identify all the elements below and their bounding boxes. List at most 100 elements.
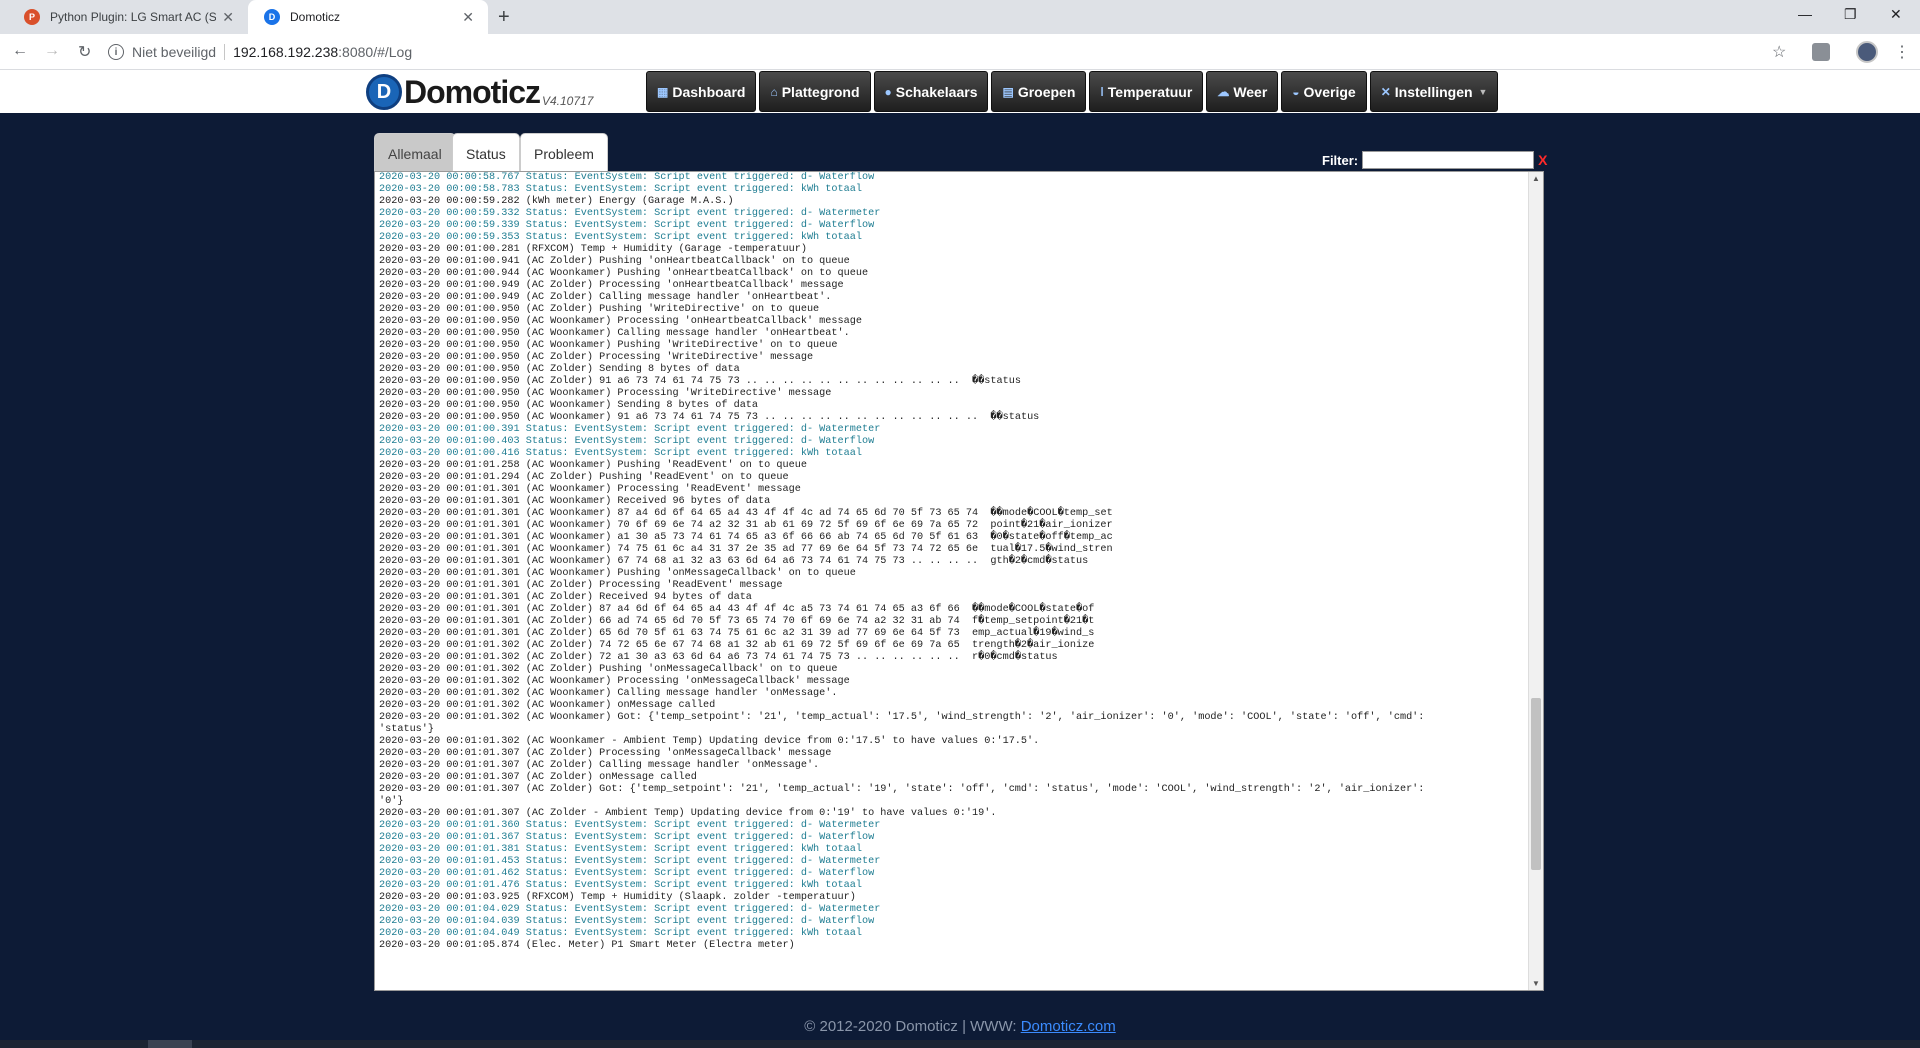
- taskbar-strip: [0, 1040, 1920, 1048]
- log-line: 2020-03-20 00:01:00.950 (AC Woonkamer) 9…: [379, 412, 1040, 423]
- log-line: 2020-03-20 00:01:01.301 (AC Zolder) 66 a…: [379, 616, 1095, 627]
- log-line: 2020-03-20 00:01:00.944 (AC Woonkamer) P…: [379, 268, 869, 279]
- log-line: 2020-03-20 00:01:04.029 Status: EventSys…: [379, 904, 881, 915]
- log-line: 2020-03-20 00:01:00.950 (AC Zolder) 91 a…: [379, 376, 1021, 387]
- log-line: 2020-03-20 00:01:01.302 (AC Woonkamer) o…: [379, 700, 716, 711]
- nav-temperatuur-button[interactable]: ǀ Temperatuur: [1089, 71, 1204, 112]
- log-line: 2020-03-20 00:01:00.950 (AC Woonkamer) P…: [379, 316, 862, 327]
- log-line: 2020-03-20 00:00:59.339 Status: EventSys…: [379, 220, 875, 231]
- log-line: 2020-03-20 00:00:59.282 (kWh meter) Ener…: [379, 196, 734, 207]
- profile-avatar[interactable]: [1856, 41, 1878, 63]
- lightbulb-icon: ●: [884, 84, 892, 99]
- new-tab-icon[interactable]: +: [498, 6, 510, 29]
- nav-dashboard-button[interactable]: ▦ Dashboard: [646, 71, 757, 112]
- close-tab-icon[interactable]: ✕: [462, 9, 474, 26]
- scroll-down-icon[interactable]: ▼: [1532, 979, 1540, 988]
- close-window-icon[interactable]: ✕: [1890, 6, 1902, 23]
- log-line: 2020-03-20 00:01:01.453 Status: EventSys…: [379, 856, 881, 867]
- reload-icon[interactable]: ↻: [78, 42, 91, 62]
- log-line: 2020-03-20 00:00:59.332 Status: EventSys…: [379, 208, 881, 219]
- tab-status[interactable]: Status: [452, 133, 520, 173]
- log-line: 2020-03-20 00:01:00.391 Status: EventSys…: [379, 424, 881, 435]
- log-line: 2020-03-20 00:01:01.301 (AC Zolder) Proc…: [379, 580, 783, 591]
- log-line: 2020-03-20 00:01:04.049 Status: EventSys…: [379, 928, 862, 939]
- filter-group: Filter: X: [1322, 151, 1547, 169]
- domoticz-logo-icon: D: [366, 74, 402, 110]
- log-line: 2020-03-20 00:01:01.302 (AC Zolder) 74 7…: [379, 640, 1095, 651]
- log-line: 2020-03-20 00:01:01.301 (AC Woonkamer) 7…: [379, 520, 1113, 531]
- address-bar[interactable]: i Niet beveiligd 192.168.192.238 :8080/#…: [108, 38, 1788, 66]
- url-path: :8080/#/Log: [338, 44, 413, 60]
- log-line: 2020-03-20 00:01:01.381 Status: EventSys…: [379, 844, 862, 855]
- url-host: 192.168.192.238: [233, 44, 339, 60]
- log-line: 2020-03-20 00:01:01.301 (AC Woonkamer) 8…: [379, 508, 1113, 519]
- nav-plattegrond-button[interactable]: ⌂ Plattegrond: [759, 71, 871, 112]
- scrollbar-thumb[interactable]: [1531, 698, 1541, 870]
- nav-groepen-button[interactable]: ▤ Groepen: [991, 71, 1087, 112]
- log-line: 2020-03-20 00:01:01.302 (AC Zolder) Push…: [379, 664, 838, 675]
- nav-label: Instellingen: [1394, 83, 1473, 100]
- browser-menu-icon[interactable]: ⋮: [1894, 42, 1910, 62]
- log-line: 2020-03-20 00:01:01.476 Status: EventSys…: [379, 880, 862, 891]
- log-line: 2020-03-20 00:01:01.301 (AC Woonkamer) a…: [379, 532, 1113, 543]
- clear-filter-button[interactable]: X: [1538, 152, 1547, 168]
- page-footer: © 2012-2020 Domoticz | WWW: Domoticz.com: [0, 1014, 1920, 1040]
- nav-schakelaars-button[interactable]: ● Schakelaars: [873, 71, 989, 112]
- log-line: 2020-03-20 00:01:01.301 (AC Zolder) 87 a…: [379, 604, 1095, 615]
- log-line: 2020-03-20 00:01:00.941 (AC Zolder) Push…: [379, 256, 850, 267]
- nav-label: Overige: [1303, 83, 1356, 100]
- nav-overige-button[interactable]: ◒ Overige: [1281, 71, 1367, 112]
- scroll-up-icon[interactable]: ▲: [1532, 174, 1540, 183]
- close-tab-icon[interactable]: ✕: [222, 9, 234, 26]
- log-line: 2020-03-20 00:01:01.302 (AC Woonkamer) C…: [379, 688, 838, 699]
- forward-icon[interactable]: →: [44, 42, 60, 60]
- log-line: 2020-03-20 00:01:01.307 (AC Zolder) onMe…: [379, 772, 697, 783]
- nav-label: Schakelaars: [895, 83, 978, 100]
- tab-allemaal[interactable]: Allemaal: [374, 133, 456, 173]
- log-line: 2020-03-20 00:01:01.307 (AC Zolder) Proc…: [379, 748, 832, 759]
- restore-icon[interactable]: ❐: [1844, 6, 1857, 23]
- filter-input[interactable]: [1362, 151, 1535, 169]
- back-icon[interactable]: ←: [12, 42, 28, 60]
- dashboard-icon: ▦: [657, 84, 669, 99]
- log-line: 2020-03-20 00:01:00.281 (RFXCOM) Temp + …: [379, 244, 807, 255]
- log-line: 2020-03-20 00:01:01.302 (AC Zolder) 72 a…: [379, 652, 1058, 663]
- domoticz-logo[interactable]: D Domoticz V4.10717: [366, 74, 593, 110]
- log-line: 2020-03-20 00:01:01.301 (AC Zolder) 65 6…: [379, 628, 1095, 639]
- taskbar-segment: [148, 1040, 192, 1048]
- log-scrollbar[interactable]: ▲ ▼: [1528, 172, 1543, 990]
- nav-label: Groepen: [1017, 83, 1076, 100]
- info-icon[interactable]: i: [108, 44, 124, 60]
- extension-icon[interactable]: [1812, 43, 1830, 61]
- log-line: 2020-03-20 00:01:01.301 (AC Zolder) Rece…: [379, 592, 752, 603]
- log-text: 2020-03-20 00:00:58.767 Status: EventSys…: [379, 172, 1527, 990]
- log-line: 2020-03-20 00:01:03.925 (RFXCOM) Temp + …: [379, 892, 856, 903]
- log-line: 2020-03-20 00:01:05.874 (Elec. Meter) P1…: [379, 940, 795, 951]
- bookmark-star-icon[interactable]: ☆: [1772, 42, 1786, 62]
- browser-tab-plugin[interactable]: P Python Plugin: LG Smart AC (Sm ✕: [8, 0, 248, 34]
- domoticz-header: D Domoticz V4.10717 ▦ Dashboard ⌂ Plattegro…: [0, 70, 1920, 113]
- log-line: 2020-03-20 00:01:00.949 (AC Zolder) Call…: [379, 292, 832, 303]
- nav-label: Plattegrond: [781, 83, 860, 100]
- nav-weer-button[interactable]: ☁ Weer: [1206, 71, 1279, 112]
- log-line: '0'}: [379, 796, 404, 807]
- chevron-down-icon: ▼: [1478, 86, 1488, 97]
- nav-label: Weer: [1233, 83, 1268, 100]
- log-line: 2020-03-20 00:01:00.950 (AC Woonkamer) C…: [379, 328, 850, 339]
- log-line: 2020-03-20 00:01:01.301 (AC Woonkamer) P…: [379, 484, 801, 495]
- nav-instellingen-button[interactable]: ✕ Instellingen ▼: [1369, 71, 1499, 112]
- utility-icon: ◒: [1292, 84, 1300, 99]
- floorplan-icon: ⌂: [770, 84, 778, 99]
- log-line: 'status'}: [379, 724, 435, 735]
- browser-toolbar: ← → ↻ i Niet beveiligd 192.168.192.238 :…: [0, 34, 1920, 70]
- minimize-icon[interactable]: —: [1798, 6, 1812, 22]
- tab-probleem[interactable]: Probleem: [520, 133, 608, 173]
- log-line: 2020-03-20 00:01:01.307 (AC Zolder - Amb…: [379, 808, 997, 819]
- log-line: 2020-03-20 00:01:04.039 Status: EventSys…: [379, 916, 875, 927]
- tab-title: Python Plugin: LG Smart AC (Sm: [50, 10, 217, 24]
- nav-label: Temperatuur: [1107, 83, 1193, 100]
- log-line: 2020-03-20 00:00:58.783 Status: EventSys…: [379, 184, 862, 195]
- browser-tab-domoticz[interactable]: D Domoticz ✕: [248, 0, 488, 34]
- footer-link[interactable]: Domoticz.com: [1021, 1018, 1116, 1035]
- log-panel: 2020-03-20 00:00:58.767 Status: EventSys…: [374, 171, 1544, 991]
